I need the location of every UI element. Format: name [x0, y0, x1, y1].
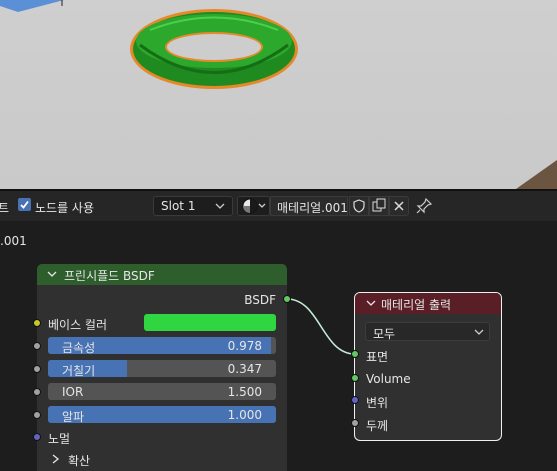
viewport-scene [0, 0, 557, 189]
chevron-right-icon [52, 454, 60, 464]
roughness-socket[interactable] [33, 365, 41, 373]
ior-label: IOR [62, 385, 84, 399]
ior-field[interactable]: IOR 1.500 [48, 383, 276, 400]
alpha-label: 알파 [62, 410, 85, 423]
thickness-socket[interactable] [351, 419, 359, 427]
volume-socket[interactable] [351, 374, 359, 382]
material-name: 매테리얼.001 [277, 201, 348, 215]
output-node-title: 매테리얼 출력 [381, 298, 452, 312]
displacement-label: 변위 [366, 396, 389, 410]
unlink-material-button[interactable] [389, 196, 409, 216]
base-color-swatch[interactable] [144, 314, 276, 331]
pin-icon [416, 197, 433, 214]
3d-viewport[interactable] [0, 0, 557, 189]
diffuse-label: 확산 [68, 454, 91, 468]
shield-icon [353, 199, 365, 213]
checkmark-icon [20, 200, 29, 209]
bsdf-output-label: BSDF [244, 293, 276, 307]
thickness-label: 두께 [366, 419, 389, 433]
displacement-socket[interactable] [351, 396, 359, 404]
roughness-value: 0.347 [227, 362, 262, 376]
diffuse-panel-toggle[interactable]: 확산 [48, 450, 198, 468]
slot-dropdown[interactable]: Slot 1 [153, 196, 233, 216]
pin-button[interactable] [414, 196, 434, 216]
floor-object [516, 160, 557, 189]
metallic-socket[interactable] [33, 342, 41, 350]
surface-label: 표면 [366, 350, 389, 364]
metallic-slider[interactable]: 금속성 0.978 [48, 337, 276, 354]
metallic-value: 0.978 [227, 339, 262, 353]
bsdf-output-socket[interactable] [283, 295, 291, 303]
volume-label: Volume [366, 372, 411, 386]
output-target-dropdown[interactable]: 모두 [365, 322, 490, 341]
material-browse-button[interactable] [237, 196, 270, 216]
base-color-label: 베이스 컬러 [48, 318, 108, 332]
base-color-socket[interactable] [33, 319, 41, 327]
blue-object [0, 0, 64, 12]
close-icon [394, 201, 404, 211]
chevron-down-icon [366, 300, 376, 306]
principled-bsdf-node[interactable]: 프린시플드 BSDF BSDF 베이스 컬러 금속성 0.978 거칠기 0.3… [37, 264, 287, 471]
node-editor-canvas[interactable]: .001 프린시플드 BSDF BSDF 베이스 컬러 금속성 0.978 거칠… [0, 221, 557, 471]
bsdf-node-title: 프린시플드 BSDF [64, 269, 155, 283]
alpha-socket[interactable] [33, 411, 41, 419]
alpha-slider[interactable]: 알파 1.000 [48, 406, 276, 423]
normal-socket[interactable] [33, 433, 41, 441]
copy-icon [372, 198, 386, 212]
use-nodes-label: 노드를 사용 [35, 201, 95, 215]
roughness-label: 거칠기 [62, 364, 96, 377]
truncated-label: 트 [0, 201, 10, 215]
chevron-down-icon [258, 203, 266, 208]
chevron-down-icon [215, 203, 225, 209]
output-node-header[interactable]: 매테리얼 출력 [355, 293, 501, 314]
material-name-field[interactable]: 매테리얼.001 [270, 196, 348, 216]
torus-object [130, 9, 298, 89]
metallic-label: 금속성 [62, 341, 96, 354]
alpha-value: 1.000 [227, 408, 262, 422]
ior-value: 1.500 [227, 385, 262, 399]
fake-user-button[interactable] [349, 196, 369, 216]
roughness-slider[interactable]: 거칠기 0.347 [48, 360, 276, 377]
surface-socket[interactable] [351, 350, 359, 358]
node-editor-header: 트 노드를 사용 Slot 1 매테리얼.001 [0, 191, 557, 221]
material-sphere-icon [242, 198, 258, 214]
use-nodes-checkbox[interactable] [18, 198, 31, 211]
duplicate-material-button[interactable] [369, 196, 389, 216]
chevron-down-icon [47, 271, 57, 277]
bsdf-node-header[interactable]: 프린시플드 BSDF [37, 264, 287, 285]
material-output-node[interactable]: 매테리얼 출력 모두 표면 Volume 변위 두께 [355, 293, 501, 440]
output-target-value: 모두 [373, 327, 396, 341]
slot-label: Slot 1 [161, 199, 196, 213]
chevron-down-icon [474, 329, 484, 335]
ior-socket[interactable] [33, 388, 41, 396]
normal-label: 노멀 [48, 432, 71, 446]
